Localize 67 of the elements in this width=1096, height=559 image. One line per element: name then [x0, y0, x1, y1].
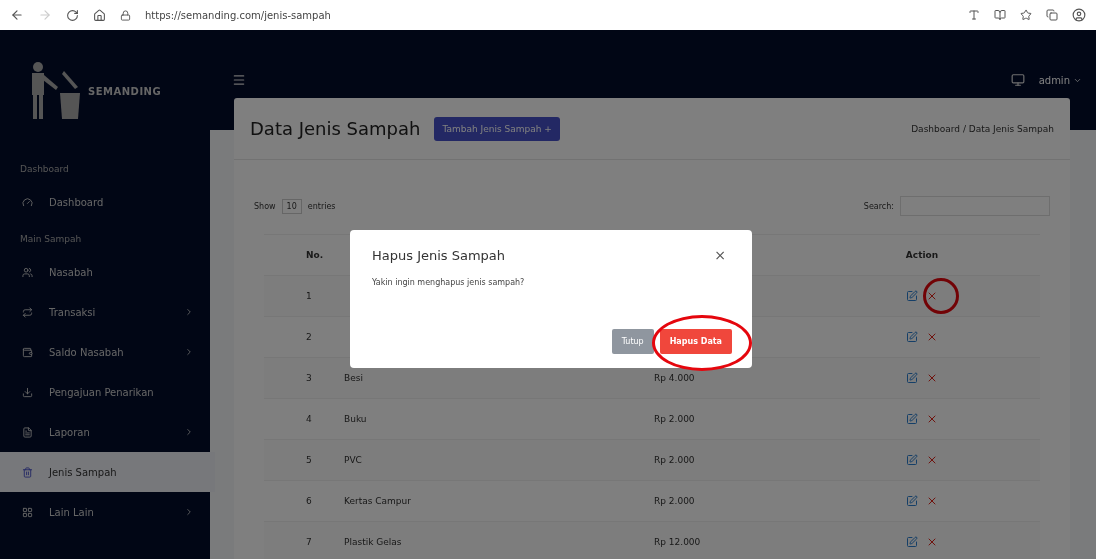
- delete-icon[interactable]: [926, 331, 938, 343]
- edit-icon[interactable]: [906, 495, 918, 507]
- length-select[interactable]: 10: [281, 198, 302, 214]
- sidebar-item[interactable]: Transaksi: [0, 292, 210, 332]
- table-cell-text: PVC: [344, 455, 363, 465]
- lock-icon: [120, 9, 131, 21]
- edit-icon[interactable]: [906, 454, 918, 466]
- table-cell: 1: [306, 291, 312, 301]
- page-title: Data Jenis Sampah: [250, 118, 421, 139]
- collections-icon[interactable]: [1046, 9, 1058, 21]
- sidebar-item[interactable]: Nasabah: [0, 252, 210, 292]
- table-cell-text: Besi: [344, 373, 364, 383]
- table-cell: 4: [306, 414, 312, 424]
- user-menu[interactable]: admin: [1038, 74, 1082, 86]
- delete-icon[interactable]: [926, 454, 938, 466]
- entries-label: entries: [307, 201, 336, 211]
- book-icon[interactable]: [994, 9, 1006, 21]
- sidebar-item[interactable]: Saldo Nasabah: [0, 332, 210, 372]
- profile-icon[interactable]: [1072, 8, 1086, 22]
- table-cell: 3: [306, 373, 312, 383]
- cancel-button[interactable]: Tutup: [611, 329, 654, 354]
- refresh-icon[interactable]: [66, 8, 79, 22]
- table-cell-text: Rp 2.000: [654, 414, 696, 424]
- search-label: Search:: [863, 201, 894, 211]
- sidebar-item[interactable]: Dashboard: [0, 182, 210, 222]
- column-header: No.: [306, 250, 324, 260]
- delete-icon[interactable]: [926, 536, 938, 548]
- read-aloud-icon[interactable]: [968, 9, 980, 21]
- edit-icon[interactable]: [906, 372, 918, 384]
- delete-icon[interactable]: [926, 372, 938, 384]
- edit-icon[interactable]: [906, 331, 918, 343]
- brand-name: SEMANDING: [88, 85, 162, 97]
- star-icon[interactable]: [1020, 9, 1032, 21]
- delete-icon[interactable]: [926, 413, 938, 425]
- sidebar-heading: Main Sampah: [19, 233, 83, 246]
- forward-icon[interactable]: [38, 8, 52, 22]
- sidebar-item[interactable]: Lain Lain: [0, 492, 210, 532]
- show-label: Show: [254, 201, 276, 211]
- edit-icon[interactable]: [906, 413, 918, 425]
- back-icon[interactable]: [10, 8, 24, 22]
- delete-button[interactable]: Hapus Data: [659, 329, 732, 354]
- sidebar-item[interactable]: Pengajuan Penarikan: [0, 372, 210, 412]
- close-button[interactable]: ×: [708, 246, 732, 264]
- table-cell-text: Plastik Gelas: [344, 537, 403, 547]
- breadcrumb: Dashboard / Data Jenis Sampah: [911, 123, 1054, 134]
- table-cell: 6: [306, 496, 312, 506]
- add-button[interactable]: Tambah Jenis Sampah +: [434, 116, 560, 141]
- table-cell-text: Rp 2.000: [654, 455, 696, 465]
- table-cell-text: Kertas Campur: [344, 496, 412, 506]
- dialog-message: Yakin ingin menghapus jenis sampah?: [372, 278, 526, 289]
- table-cell: 5: [306, 455, 312, 465]
- table-cell-text: Rp 12.000: [654, 537, 702, 547]
- home-icon[interactable]: [93, 8, 106, 22]
- table-cell-text: Buku: [344, 414, 368, 424]
- column-header: Action: [905, 250, 939, 260]
- edit-icon[interactable]: [906, 536, 918, 548]
- dialog-title: Hapus Jenis Sampah: [372, 247, 506, 263]
- table-cell-text: Rp 4.000: [654, 373, 696, 383]
- table-cell: 7: [306, 537, 312, 547]
- delete-icon[interactable]: [926, 495, 938, 507]
- edit-icon[interactable]: [906, 290, 918, 302]
- sidebar-item[interactable]: Laporan: [0, 412, 210, 452]
- table-cell-text: Rp 2.000: [654, 496, 696, 506]
- sidebar-heading: Dashboard: [19, 163, 70, 176]
- delete-icon[interactable]: [926, 290, 938, 302]
- table-cell: 2: [306, 332, 312, 342]
- monitor-icon[interactable]: [1010, 73, 1025, 87]
